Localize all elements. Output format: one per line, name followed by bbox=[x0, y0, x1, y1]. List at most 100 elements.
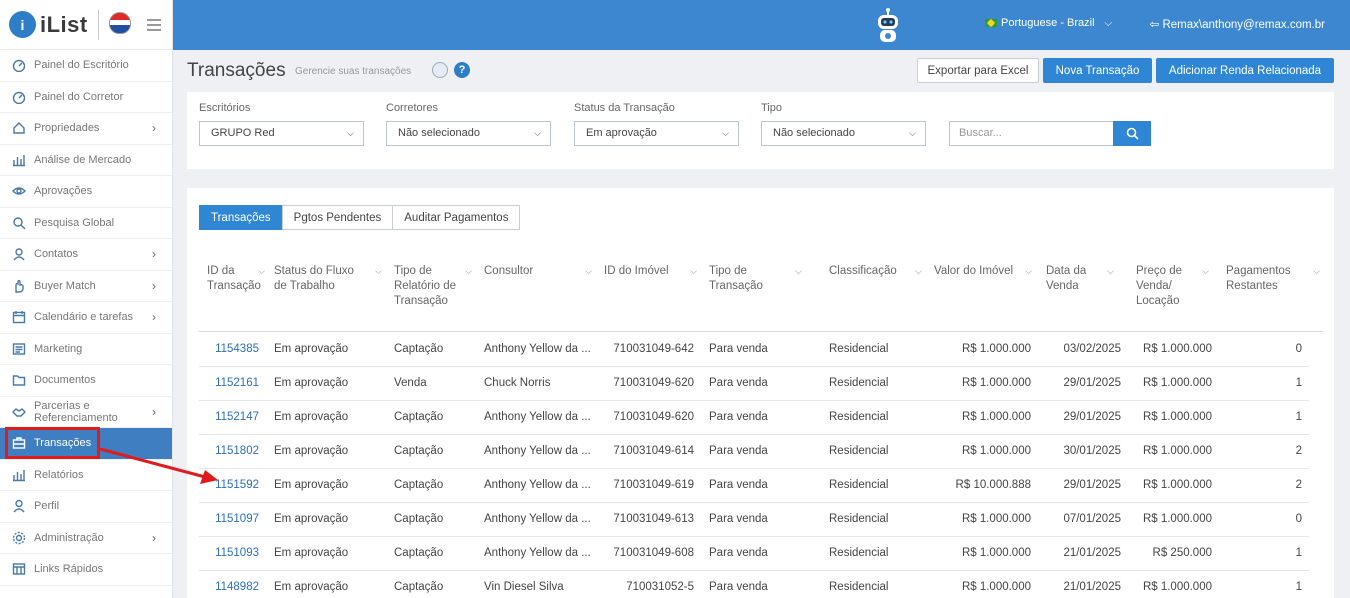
cell-price: R$ 1.000.000 bbox=[1142, 513, 1212, 525]
sidebar-item-label: Administração bbox=[34, 531, 104, 544]
cell-property: 710031049-642 bbox=[613, 343, 694, 355]
sort-chevron-icon: ⌵ bbox=[585, 266, 592, 276]
status-select[interactable]: Em aprovação ⌵ bbox=[574, 121, 739, 146]
new-transaction-button[interactable]: Nova Transação bbox=[1043, 58, 1152, 83]
cell-price: R$ 1.000.000 bbox=[1142, 377, 1212, 389]
tab-audit-payments[interactable]: Auditar Pagamentos bbox=[392, 205, 521, 230]
status-label: Status da Transação bbox=[574, 102, 675, 114]
sidebar-item-buyer-match[interactable]: Buyer Match › bbox=[0, 271, 172, 302]
sidebar-item-links-rapidos[interactable]: Links Rápidos bbox=[0, 554, 172, 586]
cell-id[interactable]: 1154385 bbox=[207, 343, 259, 355]
type-select[interactable]: Não selecionado ⌵ bbox=[761, 121, 926, 146]
export-excel-button[interactable]: Exportar para Excel bbox=[917, 58, 1039, 83]
sidebar-item-label: Links Rápidos bbox=[34, 563, 104, 576]
brokers-value: Não selecionado bbox=[398, 127, 480, 139]
language-selector[interactable]: Portuguese - Brazil ⌵ bbox=[985, 17, 1112, 29]
search-button[interactable] bbox=[1113, 121, 1151, 146]
column-header[interactable]: Tipo de Relatório de Transação ⌵ bbox=[394, 264, 474, 309]
table-row[interactable]: 1151592 Em aprovação Captação Anthony Yello… bbox=[199, 469, 1309, 503]
title-icons: ? bbox=[432, 62, 470, 78]
cell-id[interactable]: 1152147 bbox=[207, 411, 259, 423]
table-row[interactable]: 1151097 Em aprovação Captação Anthony Yello… bbox=[199, 503, 1309, 537]
column-header[interactable]: Pagamentos Restantes ⌵ bbox=[1226, 264, 1320, 294]
table-row[interactable]: 1154385 Em aprovação Captação Anthony Yello… bbox=[199, 333, 1309, 367]
gauge-icon bbox=[12, 58, 26, 73]
sidebar-item-transacoes[interactable]: Transações bbox=[0, 428, 172, 460]
column-header[interactable]: Consultor ⌵ bbox=[484, 264, 594, 279]
cell-class: Residencial bbox=[829, 377, 889, 389]
sidebar-item-label: Marketing bbox=[34, 342, 83, 355]
column-header[interactable]: Status do Fluxo de Trabalho ⌵ bbox=[274, 264, 384, 294]
cell-remaining: 1 bbox=[1295, 547, 1302, 559]
page-title: Transações bbox=[187, 60, 286, 81]
cell-report: Captação bbox=[394, 343, 444, 355]
sidebar-item-contatos[interactable]: Contatos › bbox=[0, 239, 172, 271]
cell-date: 30/01/2025 bbox=[1063, 445, 1121, 457]
sidebar-item-parcerias-e-referenciamento[interactable]: Parcerias e Referenciamento › bbox=[0, 397, 172, 428]
bar-chart-icon bbox=[12, 153, 26, 167]
sidebar-item-pesquisa-global[interactable]: Pesquisa Global bbox=[0, 208, 172, 239]
sidebar-item-administracao[interactable]: Administração › bbox=[0, 523, 172, 554]
sidebar-item-aprovacoes[interactable]: Aprovações bbox=[0, 176, 172, 208]
cell-class: Residencial bbox=[829, 411, 889, 423]
tab-pending-payments[interactable]: Pgtos Pendentes bbox=[281, 205, 394, 230]
column-header[interactable]: ID do Imóvel ⌵ bbox=[604, 264, 699, 279]
cell-type: Para venda bbox=[709, 411, 768, 423]
cell-consultant: Vin Diesel Silva bbox=[484, 581, 564, 593]
cell-report: Captação bbox=[394, 513, 444, 525]
robot-assistant-icon[interactable] bbox=[873, 6, 903, 44]
cell-id[interactable]: 1151093 bbox=[207, 547, 259, 559]
search-input[interactable]: Buscar... bbox=[949, 121, 1114, 146]
cell-report: Venda bbox=[394, 377, 427, 389]
briefcase-icon bbox=[12, 436, 26, 450]
table-row[interactable]: 1148982 Em aprovação Captação Vin Diesel Si… bbox=[199, 571, 1309, 598]
sidebar-item-propriedades[interactable]: Propriedades › bbox=[0, 113, 172, 145]
offices-select[interactable]: GRUPO Red ⌵ bbox=[199, 121, 364, 146]
table-row[interactable]: 1152161 Em aprovação Venda Chuck Norris 7100… bbox=[199, 367, 1309, 401]
chevron-right-icon: › bbox=[152, 247, 156, 262]
hamburger-menu-icon[interactable] bbox=[146, 16, 161, 34]
offices-value: GRUPO Red bbox=[211, 127, 275, 139]
user-menu[interactable]: ⇦ Remax\anthony@remax.com.br bbox=[1150, 17, 1325, 31]
sidebar-item-perfil[interactable]: Perfil bbox=[0, 491, 172, 523]
cell-date: 29/01/2025 bbox=[1063, 479, 1121, 491]
sidebar-item-marketing[interactable]: Marketing bbox=[0, 334, 172, 365]
cell-property: 710031049-613 bbox=[613, 513, 694, 525]
handshake-icon bbox=[12, 405, 26, 419]
add-related-income-button[interactable]: Adicionar Renda Relacionada bbox=[1156, 58, 1334, 83]
cell-type: Para venda bbox=[709, 547, 768, 559]
gauge-icon bbox=[12, 90, 26, 104]
sidebar-item-painel-do-corretor[interactable]: Painel do Corretor bbox=[0, 82, 172, 113]
brokers-select[interactable]: Não selecionado ⌵ bbox=[386, 121, 551, 146]
help-icon[interactable]: ? bbox=[454, 62, 470, 78]
cell-id[interactable]: 1148982 bbox=[207, 581, 259, 593]
table-row[interactable]: 1151802 Em aprovação Captação Anthony Yello… bbox=[199, 435, 1309, 469]
sidebar-item-label: Parcerias e Referenciamento bbox=[34, 399, 118, 424]
cell-price: R$ 1.000.000 bbox=[1142, 445, 1212, 457]
sidebar-item-relatorios[interactable]: Relatórios bbox=[0, 460, 172, 491]
column-header-label: Consultor bbox=[484, 265, 534, 277]
cell-id[interactable]: 1151802 bbox=[207, 445, 259, 457]
sidebar-item-calendario-e-tarefas[interactable]: Calendário e tarefas › bbox=[0, 302, 172, 334]
cell-price: R$ 1.000.000 bbox=[1142, 411, 1212, 423]
robot-help-icon[interactable] bbox=[432, 62, 448, 78]
sidebar: i iList Painel do Escritório Painel do Co… bbox=[0, 0, 173, 598]
sidebar-item-painel-do-escritorio[interactable]: Painel do Escritório bbox=[0, 50, 172, 82]
column-header[interactable]: Preço de Venda/ Locação ⌵ bbox=[1136, 264, 1211, 309]
tab-transactions[interactable]: Transações bbox=[199, 205, 283, 230]
column-header[interactable]: ID da Transação ⌵ bbox=[207, 264, 267, 294]
cell-id[interactable]: 1152161 bbox=[207, 377, 259, 389]
sidebar-item-analise-de-mercado[interactable]: Análise de Mercado bbox=[0, 145, 172, 176]
table-row[interactable]: 1151093 Em aprovação Captação Anthony Yello… bbox=[199, 537, 1309, 571]
table-row[interactable]: 1152147 Em aprovação Captação Anthony Yello… bbox=[199, 401, 1309, 435]
cell-price: R$ 250.000 bbox=[1152, 547, 1212, 559]
cell-id[interactable]: 1151097 bbox=[207, 513, 259, 525]
column-header[interactable]: Classificação ⌵ bbox=[829, 264, 924, 279]
sidebar-item-documentos[interactable]: Documentos bbox=[0, 365, 172, 397]
column-header[interactable]: Valor do Imóvel ⌵ bbox=[934, 264, 1034, 279]
column-header[interactable]: Tipo de Transação ⌵ bbox=[709, 264, 804, 294]
ilist-logo-icon: i bbox=[9, 11, 36, 38]
column-header[interactable]: Data da Venda ⌵ bbox=[1046, 264, 1116, 294]
cell-id[interactable]: 1151592 bbox=[207, 479, 259, 491]
ilist-logo-text: iList bbox=[40, 11, 88, 37]
